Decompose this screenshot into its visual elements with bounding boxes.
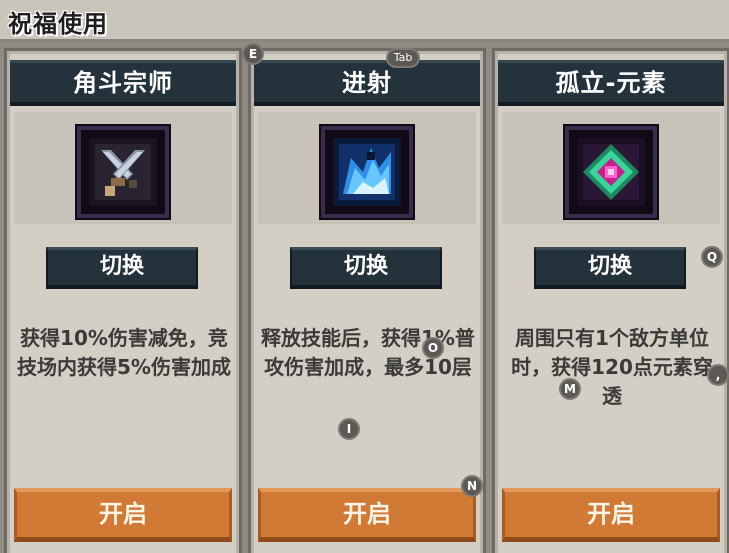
key-hint-comma: , <box>707 364 729 386</box>
card-title: 进射 <box>254 60 480 106</box>
open-button[interactable]: 开启 <box>14 488 232 542</box>
key-hint-tab: Tab <box>386 48 420 68</box>
blessing-card: 孤立-元素 切换 周围只有1个敌方单位时，获得120点元素穿透 开启 <box>492 48 729 553</box>
card-title: 孤立-元素 <box>498 60 724 106</box>
key-hint-n: N <box>461 475 483 497</box>
page-title: 祝福使用 <box>8 10 108 38</box>
card-body: 进射 切换 释放技能后，获得1%普攻伤害加成，最多10层 开启 <box>254 54 480 553</box>
card-description: 释放技能后，获得1%普攻伤害加成，最多10层 <box>261 326 475 379</box>
card-body: 角斗宗师 切换 获得10%伤害减免，竞技场内获得5%伤害加成 开启 <box>10 54 236 553</box>
open-button[interactable]: 开启 <box>502 488 720 542</box>
icon-area <box>258 112 476 224</box>
key-hint-o: O <box>422 337 444 359</box>
top-bar: 祝福使用 <box>0 0 729 42</box>
open-button[interactable]: 开启 <box>258 488 476 542</box>
switch-button[interactable]: 切换 <box>534 247 686 289</box>
blessing-card: 进射 切换 释放技能后，获得1%普攻伤害加成，最多10层 开启 <box>248 48 486 553</box>
blessing-card: 角斗宗师 切换 获得10%伤害减免，竞技场内获得5%伤害加成 开启 <box>4 48 242 553</box>
key-hint-m: M <box>559 378 581 400</box>
key-hint-i: I <box>338 418 360 440</box>
card-description: 周围只有1个敌方单位时，获得120点元素穿透 <box>511 326 713 408</box>
blue-splash-icon <box>321 126 413 218</box>
crossed-swords-icon <box>77 126 169 218</box>
card-body: 孤立-元素 切换 周围只有1个敌方单位时，获得120点元素穿透 开启 <box>498 54 724 553</box>
switch-button[interactable]: 切换 <box>290 247 442 289</box>
key-hint-q: Q <box>701 246 723 268</box>
switch-button[interactable]: 切换 <box>46 247 198 289</box>
key-hint-e: E <box>242 43 264 65</box>
icon-area <box>502 112 720 224</box>
green-crystal-icon <box>565 126 657 218</box>
icon-area <box>14 112 232 224</box>
card-title: 角斗宗师 <box>10 60 236 106</box>
card-description: 获得10%伤害减免，竞技场内获得5%伤害加成 <box>17 326 231 379</box>
